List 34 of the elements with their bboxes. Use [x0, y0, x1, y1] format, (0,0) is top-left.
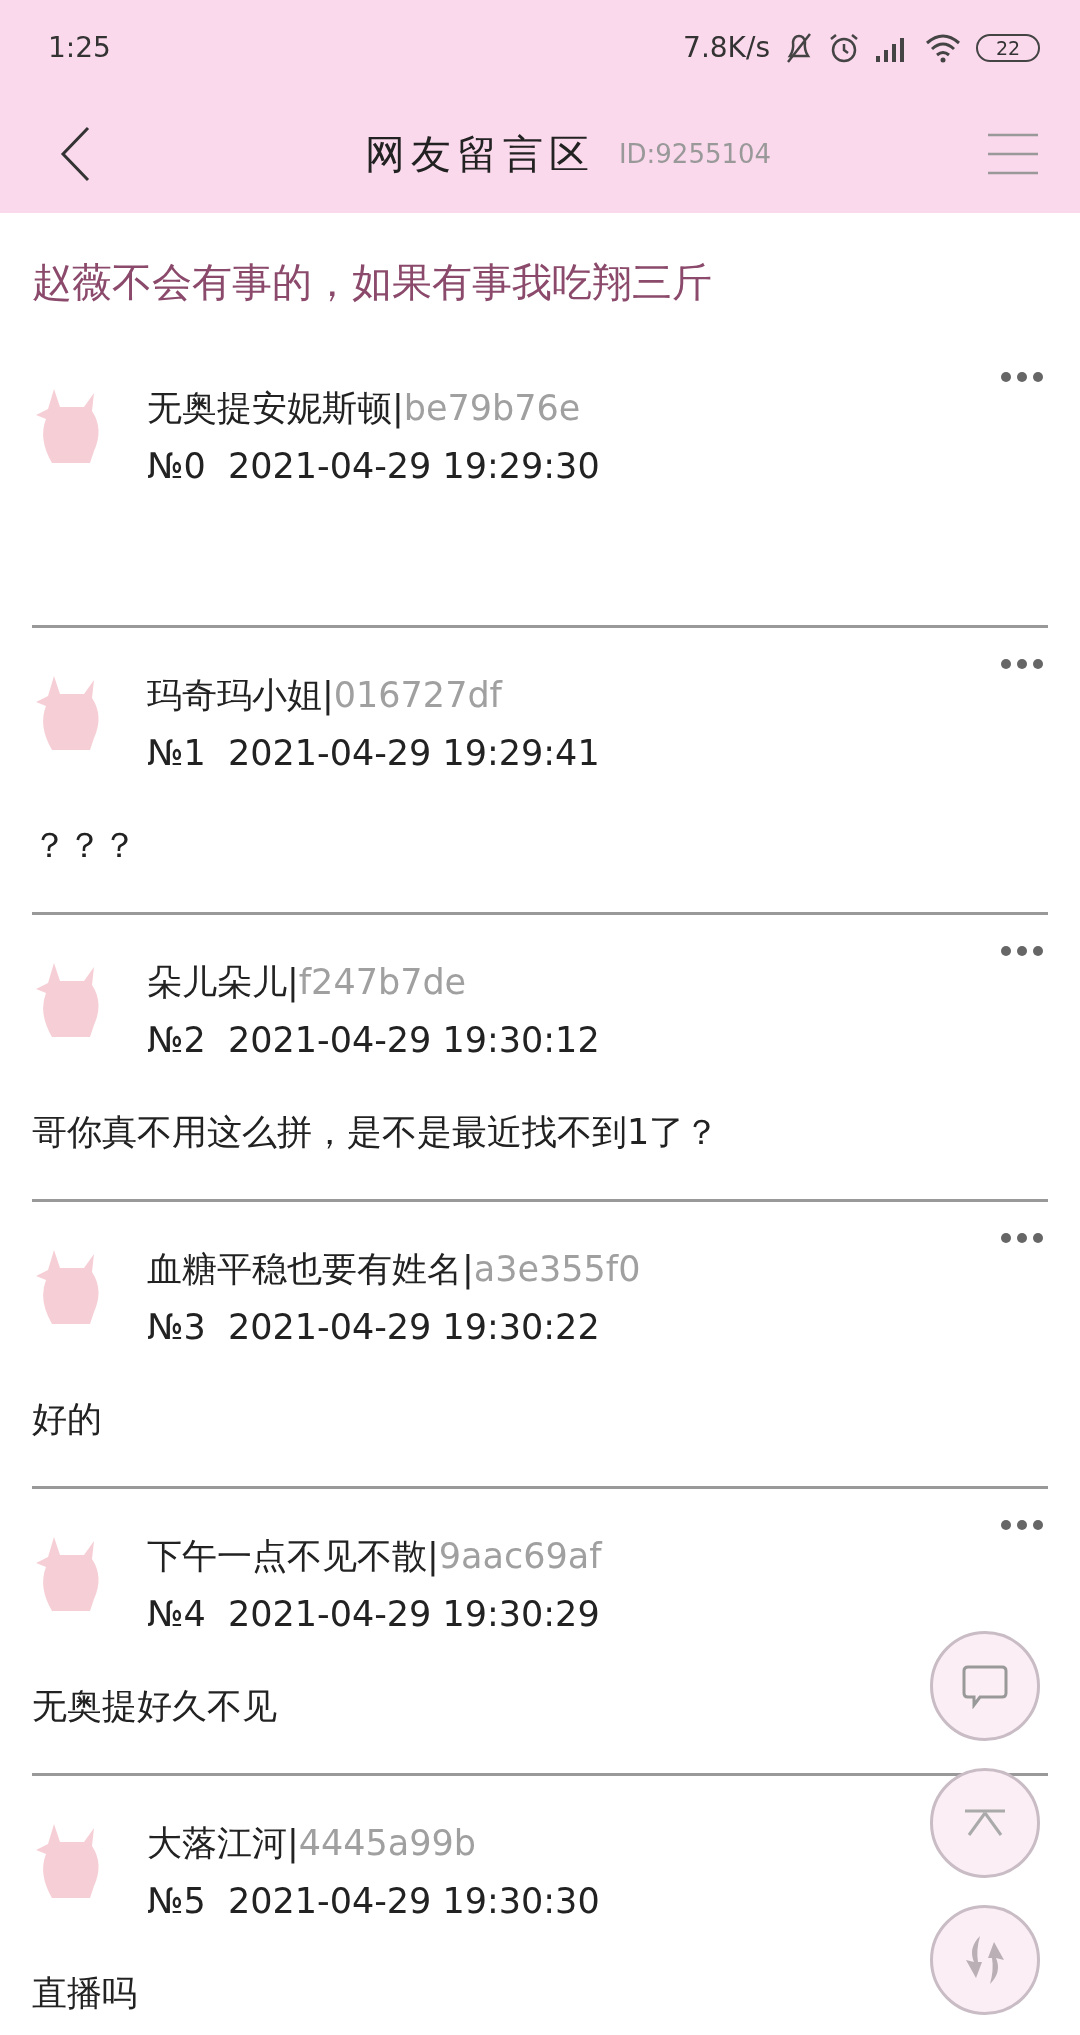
thread-id: ID:9255104: [618, 139, 772, 169]
back-icon[interactable]: [60, 126, 90, 182]
to-top-icon: [963, 1808, 1007, 1838]
alarm-icon: [828, 31, 860, 64]
post-number-time: №2 2021-04-29 19:30:12: [147, 1019, 600, 1062]
more-icon[interactable]: [1000, 945, 1044, 957]
network-speed: 7.8K/s: [683, 31, 770, 64]
more-icon[interactable]: [1000, 1232, 1044, 1244]
status-time: 1:25: [48, 31, 111, 64]
post-number-time: №3 2021-04-29 19:30:22: [147, 1306, 601, 1349]
more-icon[interactable]: [1000, 1519, 1044, 1531]
post-body: 哥你真不用这么拼，是不是最近找不到1了？: [32, 1111, 720, 1154]
post-body: 直播吗: [32, 1972, 137, 2015]
poster-name: 朵儿朵儿|f247b7de: [147, 960, 468, 1005]
poster-name: 无奥提安妮斯顿|be79b76e: [147, 386, 582, 431]
post-number-time: №1 2021-04-29 19:29:41: [147, 732, 600, 775]
post-body: 好的: [32, 1398, 102, 1441]
more-icon[interactable]: [1000, 658, 1044, 670]
poster-name: 玛奇玛小姐|016727df: [147, 673, 504, 718]
post-number-time: №4 2021-04-29 19:30:29: [147, 1593, 601, 1636]
poster-name: 下午一点不见不散|9aac69af: [147, 1534, 602, 1579]
post-body: 无奥提好久不见: [32, 1685, 277, 1728]
post-body: ？？？: [32, 824, 137, 867]
chat-icon: [960, 1663, 1010, 1709]
page-title: 网友留言区: [364, 129, 595, 179]
post-number-time: №5 2021-04-29 19:30:30: [147, 1880, 600, 1923]
more-icon[interactable]: [1000, 371, 1044, 383]
wifi-icon: [924, 32, 962, 63]
bell-muted-icon: [784, 31, 814, 64]
poster-name: 血糖平稳也要有姓名|a3e355f0: [147, 1247, 641, 1292]
post-number-time: №0 2021-04-29 19:29:30: [147, 445, 600, 488]
topic-title: 赵薇不会有事的，如果有事我吃翔三斤: [31, 258, 713, 307]
poster-name: 大落江河|4445a99b: [147, 1821, 478, 1866]
battery-icon: 22: [976, 33, 1040, 62]
